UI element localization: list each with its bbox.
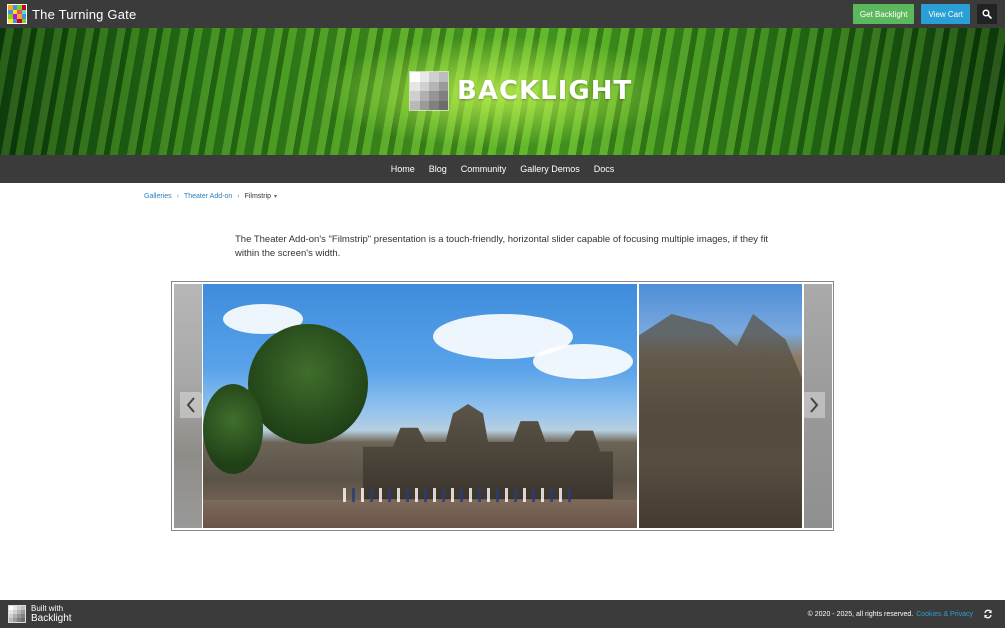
chevron-right-icon: ›: [176, 193, 179, 200]
hero-banner: BACKLIGHT: [0, 28, 1005, 155]
nav-blog[interactable]: Blog: [429, 164, 447, 174]
main-nav: Home Blog Community Gallery Demos Docs: [0, 155, 1005, 183]
backlight-logo-icon: [409, 71, 449, 111]
chevron-down-icon[interactable]: ▾: [274, 193, 277, 200]
search-icon: [982, 9, 992, 19]
refresh-button[interactable]: [983, 609, 993, 619]
backlight-logo[interactable]: BACKLIGHT: [409, 71, 632, 111]
filmstrip-slider[interactable]: [171, 281, 834, 531]
filmstrip-image-carving[interactable]: [639, 284, 802, 528]
top-bar: The Turning Gate Get Backlight View Cart: [0, 0, 1005, 28]
filmstrip-image-temple[interactable]: [203, 284, 637, 528]
breadcrumb: Galleries › Theater Add-on › Filmstrip ▾: [144, 193, 277, 200]
breadcrumb-current[interactable]: Filmstrip: [245, 193, 271, 200]
next-button[interactable]: [803, 392, 825, 418]
site-title[interactable]: The Turning Gate: [32, 7, 136, 22]
backlight-wordmark: BACKLIGHT: [457, 76, 633, 106]
chevron-left-icon: [186, 397, 195, 413]
top-actions: Get Backlight View Cart: [852, 4, 997, 24]
footer: Built with Backlight © 2020 - 2025, all …: [0, 600, 1005, 628]
breadcrumb-galleries[interactable]: Galleries: [144, 193, 172, 200]
chevron-right-icon: [810, 397, 819, 413]
built-with-backlight[interactable]: Built with Backlight: [31, 604, 72, 624]
nav-home[interactable]: Home: [391, 164, 415, 174]
breadcrumb-theater-addon[interactable]: Theater Add-on: [184, 193, 232, 200]
nav-gallery-demos[interactable]: Gallery Demos: [520, 164, 580, 174]
get-backlight-button[interactable]: Get Backlight: [852, 4, 915, 24]
copyright-text: © 2020 - 2025, all rights reserved.: [807, 610, 914, 618]
built-with-line2: Backlight: [31, 613, 72, 624]
refresh-icon: [984, 609, 992, 619]
previous-button[interactable]: [180, 392, 202, 418]
chevron-right-icon: ›: [237, 193, 240, 200]
nav-docs[interactable]: Docs: [594, 164, 615, 174]
site-logo-icon[interactable]: [7, 4, 27, 24]
cookies-privacy-link[interactable]: Cookies & Privacy: [916, 611, 973, 618]
intro-text: The Theater Add-on's "Filmstrip" present…: [235, 234, 769, 259]
footer-right: © 2020 - 2025, all rights reserved. Cook…: [808, 609, 993, 619]
nav-community[interactable]: Community: [461, 164, 507, 174]
search-button[interactable]: [977, 4, 997, 24]
view-cart-button[interactable]: View Cart: [921, 4, 970, 24]
backlight-logo-icon[interactable]: [8, 605, 26, 623]
